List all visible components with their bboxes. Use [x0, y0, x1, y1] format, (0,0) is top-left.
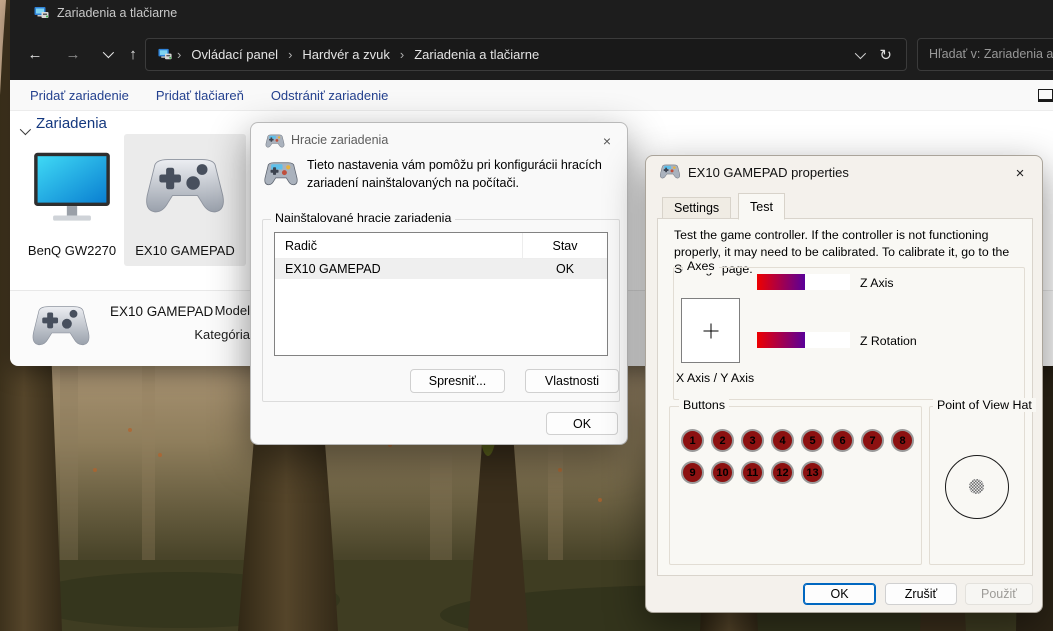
z-rotation-bar — [757, 332, 850, 348]
close-icon[interactable]: × — [1010, 163, 1030, 183]
properties-button[interactable]: Vlastnosti — [525, 369, 619, 393]
button-indicator-9: 9 — [681, 461, 704, 484]
refresh-button[interactable]: ↻ — [879, 46, 892, 64]
breadcrumb-separator-icon: › — [173, 47, 185, 62]
up-icon: ↑ — [129, 46, 137, 63]
apply-button-disabled: Použiť — [965, 583, 1033, 605]
xy-axis-label: X Axis / Y Axis — [676, 371, 754, 385]
add-device-button[interactable]: Pridať zariadenie — [30, 88, 129, 103]
group-label: Axes — [683, 259, 719, 273]
cancel-button[interactable]: Zrušiť — [885, 583, 957, 605]
group-label: Buttons — [679, 398, 729, 412]
window-title: Zariadenia a tlačiarne — [57, 6, 177, 20]
controllers-table[interactable]: Radič Stav EX10 GAMEPAD OK — [274, 232, 608, 356]
devices-section-label: Zariadenia — [36, 115, 107, 132]
table-row[interactable]: EX10 GAMEPAD OK — [275, 259, 607, 279]
z-rotation-label: Z Rotation — [860, 334, 917, 348]
button-indicator-10: 10 — [711, 461, 734, 484]
z-axis-label: Z Axis — [860, 276, 893, 290]
gamepad-icon — [262, 161, 300, 188]
crosshair-icon — [703, 323, 718, 338]
breadcrumb-separator-icon: › — [396, 47, 408, 62]
device-name: BenQ GW2270 — [22, 243, 122, 258]
game-controllers-dialog: Hracie zariadenia × Tieto nastavenia vám… — [250, 122, 628, 445]
chevron-down-icon — [103, 47, 114, 58]
button-indicator-12: 12 — [771, 461, 794, 484]
view-options-icon[interactable] — [1038, 89, 1053, 102]
gamepad-properties-dialog: EX10 GAMEPAD properties × Settings Test … — [645, 155, 1043, 613]
table-header-row: Radič Stav — [275, 233, 607, 259]
button-indicator-8: 8 — [891, 429, 914, 452]
buttons-group: Buttons 1 2 3 4 5 6 7 8 9 10 11 12 13 — [669, 406, 922, 565]
remove-device-button[interactable]: Odstrániť zariadenie — [271, 88, 389, 103]
z-rotation-bar-fill — [757, 332, 805, 348]
address-dropdown-button[interactable] — [855, 46, 863, 64]
breadcrumb-devices-printers[interactable]: Zariadenia a tlačiarne — [408, 47, 545, 62]
monitor-icon — [29, 151, 115, 225]
collapse-chevron-icon[interactable] — [20, 122, 28, 140]
navigation-bar: ← → ↑ › Ovládací panel › Hardvér a zvuk … — [10, 27, 1053, 80]
test-tab-page: Test the game controller. If the control… — [657, 218, 1033, 576]
back-icon: ← — [28, 46, 43, 63]
forward-icon: → — [66, 46, 81, 63]
ok-button[interactable]: OK — [803, 583, 876, 605]
breadcrumb-separator-icon: › — [284, 47, 296, 62]
column-header-controller[interactable]: Radič — [275, 239, 522, 253]
forward-button[interactable]: → — [60, 41, 86, 67]
breadcrumb-hardware-sound[interactable]: Hardvér a zvuk — [296, 47, 395, 62]
button-indicator-5: 5 — [801, 429, 824, 452]
device-name: EX10 GAMEPAD — [124, 243, 246, 258]
address-bar[interactable]: › Ovládací panel › Hardvér a zvuk › Zari… — [145, 38, 907, 71]
ok-button[interactable]: OK — [546, 412, 618, 435]
button-indicator-6: 6 — [831, 429, 854, 452]
command-toolbar: Pridať zariadenie Pridať tlačiareň Odstr… — [10, 80, 1053, 111]
button-indicator-13: 13 — [801, 461, 824, 484]
model-field-label: Model — [150, 303, 250, 318]
app-icon — [33, 5, 50, 21]
controller-name-cell: EX10 GAMEPAD — [275, 262, 523, 276]
breadcrumb-control-panel[interactable]: Ovládací panel — [185, 47, 284, 62]
chevron-down-icon — [855, 47, 866, 58]
close-icon[interactable]: × — [597, 131, 617, 151]
button-indicator-7: 7 — [861, 429, 884, 452]
dialog-title: EX10 GAMEPAD properties — [688, 165, 849, 180]
gamepad-icon — [28, 304, 94, 350]
button-indicator-11: 11 — [741, 461, 764, 484]
back-button[interactable]: ← — [22, 41, 48, 67]
recent-locations-button[interactable] — [94, 41, 120, 67]
window-titlebar: Zariadenia a tlačiarne — [10, 0, 1053, 27]
button-indicator-3: 3 — [741, 429, 764, 452]
device-tile-gamepad-selected[interactable]: EX10 GAMEPAD — [124, 134, 246, 266]
device-tile-benq[interactable]: BenQ GW2270 — [22, 141, 122, 271]
button-indicator-2: 2 — [711, 429, 734, 452]
tab-settings[interactable]: Settings — [662, 197, 731, 219]
up-button[interactable]: ↑ — [120, 41, 146, 67]
category-field-label: Kategória — [150, 327, 250, 342]
advanced-button[interactable]: Spresniť... — [410, 369, 505, 393]
z-axis-bar — [757, 274, 850, 290]
pov-hat-circle — [945, 455, 1009, 519]
pov-hat-group: Point of View Hat — [929, 406, 1025, 565]
gamepad-icon — [658, 164, 682, 180]
z-axis-bar-fill — [757, 274, 805, 290]
add-printer-button[interactable]: Pridať tlačiareň — [156, 88, 244, 103]
location-icon — [157, 47, 173, 62]
search-input[interactable]: Hľadať v: Zariadenia a tla — [917, 38, 1053, 71]
group-label: Point of View Hat — [933, 398, 1036, 412]
controller-status-cell: OK — [523, 259, 607, 279]
gamepad-icon — [140, 156, 230, 219]
xy-axis-test-area — [681, 298, 740, 363]
tab-test[interactable]: Test — [738, 193, 785, 220]
group-label: Nainštalované hracie zariadenia — [271, 211, 455, 225]
column-header-status[interactable]: Stav — [522, 233, 607, 258]
pov-hat-position-dot — [969, 479, 984, 494]
gamepad-icon — [264, 134, 286, 149]
button-indicator-1: 1 — [681, 429, 704, 452]
button-indicator-4: 4 — [771, 429, 794, 452]
dialog-title: Hracie zariadenia — [291, 133, 388, 147]
installed-controllers-group: Nainštalované hracie zariadenia Radič St… — [262, 219, 620, 402]
axes-group: Axes X Axis / Y Axis Z Axis Z Rotation — [673, 267, 1025, 400]
dialog-description: Tieto nastavenia vám pomôžu pri konfigur… — [307, 157, 629, 192]
